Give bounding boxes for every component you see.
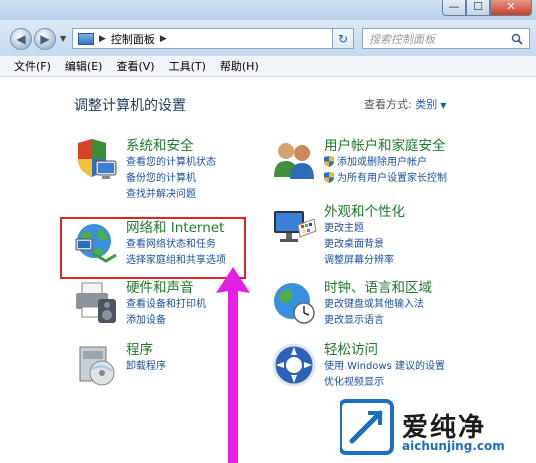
recent-pages-dropdown-icon[interactable]: ▼	[60, 34, 66, 43]
search-icon[interactable]	[511, 33, 523, 45]
category-text: 程序 卸载程序	[126, 341, 166, 375]
link-change-theme[interactable]: 更改主题	[324, 221, 405, 237]
monitor-palette-icon[interactable]	[270, 203, 318, 251]
minimize-button[interactable]: —	[442, 0, 466, 16]
programs-icon[interactable]	[72, 341, 120, 389]
forward-button[interactable]: ▶	[34, 28, 56, 50]
users-icon[interactable]	[270, 137, 318, 185]
category-text: 系统和安全 查看您的计算机状态 备份您的计算机 查找并解决问题	[126, 137, 216, 203]
close-button[interactable]: ✕	[490, 0, 532, 16]
control-panel-icon	[78, 32, 94, 45]
shield-pc-icon[interactable]	[72, 137, 120, 185]
category-title-programs[interactable]: 程序	[126, 341, 166, 359]
link-troubleshoot[interactable]: 查找并解决问题	[126, 187, 216, 203]
uac-shield-icon	[324, 172, 334, 183]
view-by-dropdown[interactable]: 类别	[415, 98, 437, 111]
breadcrumb-separator-icon[interactable]: ▶	[99, 34, 106, 44]
category-text: 用户帐户和家庭安全 添加或删除用户帐户 为所有用户设置家长控制	[324, 137, 447, 187]
link-parental-controls[interactable]: 为所有用户设置家长控制	[324, 171, 447, 187]
accessibility-icon[interactable]	[270, 341, 318, 389]
search-box[interactable]: 搜索控制面板	[362, 28, 530, 49]
view-by: 查看方式: 类别 ▼	[364, 96, 446, 112]
refresh-button[interactable]: ↻	[332, 28, 354, 49]
category-title-system-security[interactable]: 系统和安全	[126, 137, 216, 155]
category-text: 外观和个性化 更改主题 更改桌面背景 调整屏幕分辨率	[324, 203, 405, 269]
link-parental-controls-label[interactable]: 为所有用户设置家长控制	[337, 173, 447, 184]
menu-bar: 文件(F) 编辑(E) 查看(V) 工具(T) 帮助(H)	[0, 56, 536, 77]
category-text: 轻松访问 使用 Windows 建议的设置 优化视频显示	[324, 341, 445, 391]
link-backup-computer[interactable]: 备份您的计算机	[126, 171, 216, 187]
menu-view[interactable]: 查看(V)	[116, 58, 154, 74]
watermark-url: aichunjing.com	[402, 439, 505, 453]
link-optimize-video-display[interactable]: 优化视频显示	[324, 375, 445, 391]
link-view-computer-status[interactable]: 查看您的计算机状态	[126, 155, 216, 171]
content-area: 调整计算机的设置 查看方式: 类别 ▼ 系统和安全 查看您的计算机状态 备份您的计…	[0, 77, 536, 463]
menu-edit[interactable]: 编辑(E)	[65, 58, 103, 74]
link-windows-recommended-settings[interactable]: 使用 Windows 建议的设置	[324, 359, 445, 375]
link-add-remove-users[interactable]: 添加或删除用户帐户	[324, 155, 447, 171]
dropdown-caret-icon[interactable]: ▼	[440, 101, 446, 110]
category-text: 时钟、语言和区域 更改键盘或其他输入法 更改显示语言	[324, 279, 432, 329]
link-display-language[interactable]: 更改显示语言	[324, 313, 432, 329]
link-devices-printers[interactable]: 查看设备和打印机	[126, 297, 206, 313]
back-button[interactable]: ◀	[10, 28, 32, 50]
link-uninstall-program[interactable]: 卸载程序	[126, 359, 166, 375]
category-title-clock-region[interactable]: 时钟、语言和区域	[324, 279, 432, 297]
link-screen-resolution[interactable]: 调整屏幕分辨率	[324, 253, 405, 269]
maximize-button[interactable]: ☐	[466, 0, 490, 16]
menu-tools[interactable]: 工具(T)	[169, 58, 206, 74]
category-text: 硬件和声音 查看设备和打印机 添加设备	[126, 279, 206, 329]
annotation-arrow-icon	[216, 267, 250, 463]
window-controls: — ☐ ✕	[442, 0, 532, 16]
navigation-bar: ◀ ▶ ▼ ▶ 控制面板 ▶ ▼ ↻ 搜索控制面板	[0, 20, 536, 56]
category-title-hardware-sound[interactable]: 硬件和声音	[126, 279, 206, 297]
page-title: 调整计算机的设置	[74, 98, 186, 114]
printer-speaker-icon[interactable]	[72, 279, 120, 327]
category-title-user-accounts[interactable]: 用户帐户和家庭安全	[324, 137, 447, 155]
category-title-ease-of-access[interactable]: 轻松访问	[324, 341, 445, 359]
window-titlebar: — ☐ ✕	[0, 0, 536, 20]
address-bar[interactable]: ▶ 控制面板 ▶ ▼	[72, 28, 352, 49]
clock-globe-icon[interactable]	[270, 279, 318, 327]
link-add-remove-users-label[interactable]: 添加或删除用户帐户	[337, 157, 427, 168]
link-desktop-background[interactable]: 更改桌面背景	[324, 237, 405, 253]
category-title-appearance[interactable]: 外观和个性化	[324, 203, 405, 221]
link-add-device[interactable]: 添加设备	[126, 313, 206, 329]
search-input[interactable]: 搜索控制面板	[369, 31, 435, 47]
view-by-label: 查看方式:	[364, 98, 412, 111]
breadcrumb-chevron-icon[interactable]: ▶	[160, 34, 167, 44]
breadcrumb-control-panel[interactable]: 控制面板	[111, 31, 155, 47]
menu-file[interactable]: 文件(F)	[14, 58, 51, 74]
menu-help[interactable]: 帮助(H)	[220, 58, 259, 74]
uac-shield-icon	[324, 156, 334, 167]
link-change-input[interactable]: 更改键盘或其他输入法	[324, 297, 432, 313]
